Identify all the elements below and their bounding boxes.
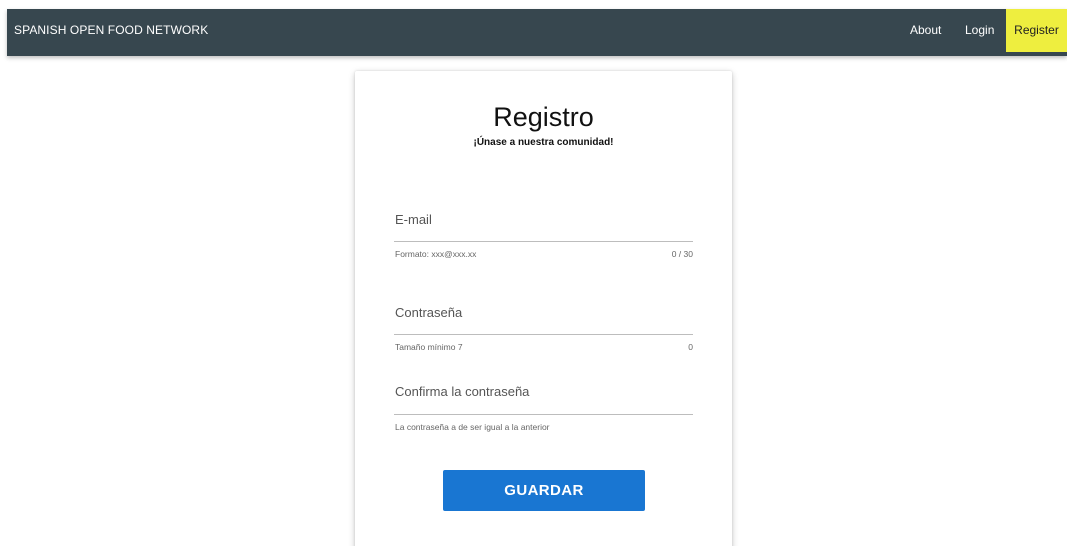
nav-login-link[interactable]: Login — [965, 9, 994, 52]
email-hint: Formato: xxx@xxx.xx — [395, 249, 477, 259]
brand-title[interactable]: SPANISH OPEN FOOD NETWORK — [14, 9, 208, 52]
password-hint: Tamaño mínimo 7 — [395, 342, 463, 352]
email-char-counter: 0 / 30 — [671, 249, 693, 259]
page-title: Registro — [493, 102, 594, 132]
email-field-underline — [394, 241, 693, 242]
save-button[interactable]: GUARDAR — [443, 470, 645, 511]
password-field-underline — [394, 334, 693, 335]
password-char-counter: 0 — [688, 342, 693, 352]
email-field[interactable]: E-mail — [395, 212, 432, 227]
nav-about-link[interactable]: About — [910, 9, 941, 52]
registration-card: Registro ¡Únase a nuestra comunidad! E-m… — [355, 71, 732, 546]
confirm-password-hint: La contraseña a de ser igual a la anteri… — [395, 422, 550, 432]
page: SPANISH OPEN FOOD NETWORK About Login Re… — [0, 0, 1067, 546]
top-navbar: SPANISH OPEN FOOD NETWORK About Login Re… — [7, 9, 1067, 56]
confirm-password-underline — [394, 414, 693, 415]
page-subtitle: ¡Únase a nuestra comunidad! — [473, 137, 614, 148]
password-field[interactable]: Contraseña — [395, 305, 462, 320]
nav-register-button[interactable]: Register — [1006, 9, 1067, 52]
confirm-password-field[interactable]: Confirma la contraseña — [395, 384, 529, 399]
